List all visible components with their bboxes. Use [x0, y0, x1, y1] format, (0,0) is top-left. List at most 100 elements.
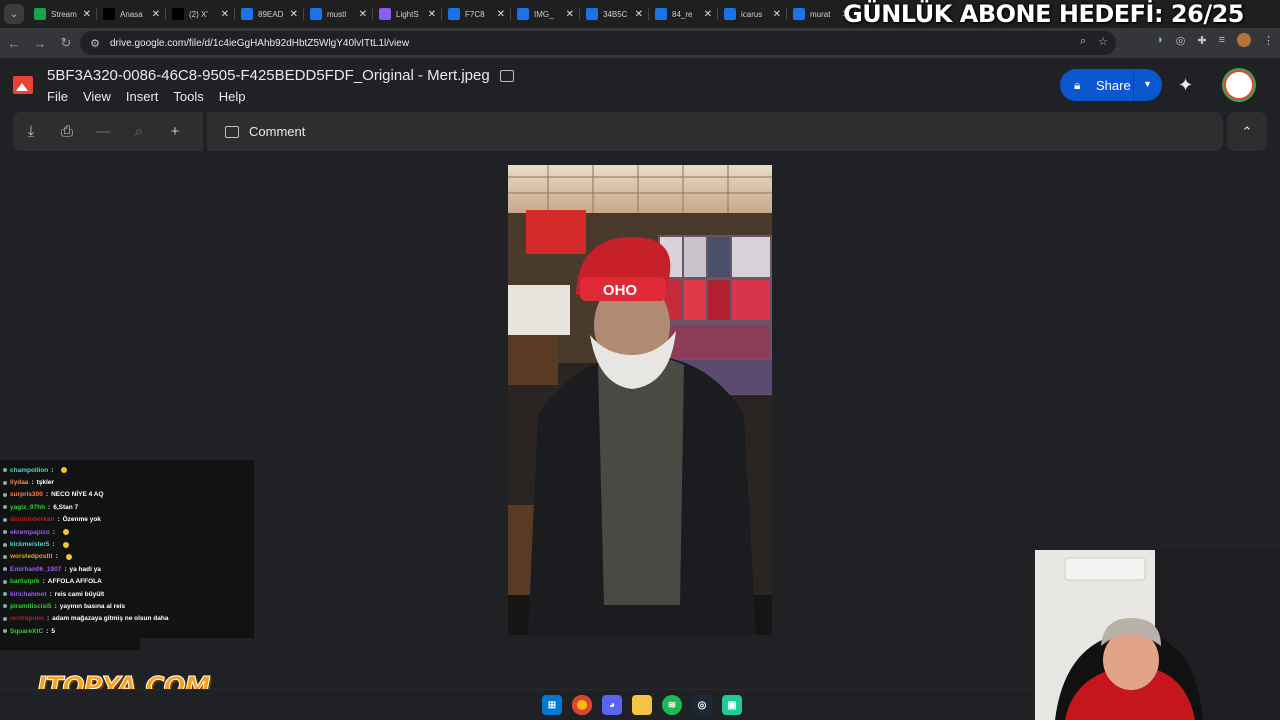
- spotify-icon[interactable]: ≋: [662, 695, 682, 715]
- tab-title: 89EAD: [258, 9, 284, 19]
- browser-tab[interactable]: 34B5C ✕: [580, 0, 649, 28]
- gemini-sparkle-icon[interactable]: ✦: [1178, 75, 1193, 96]
- menu-help[interactable]: Help: [219, 89, 246, 104]
- account-avatar[interactable]: [1224, 70, 1254, 100]
- print-icon[interactable]: ⎙: [49, 117, 85, 147]
- move-folder-icon[interactable]: [500, 70, 514, 82]
- close-icon[interactable]: ✕: [566, 9, 574, 20]
- close-icon[interactable]: ✕: [221, 9, 229, 20]
- zoom-in-icon[interactable]: +: [157, 117, 193, 147]
- menu-file[interactable]: File: [47, 89, 68, 104]
- file-explorer-icon[interactable]: [632, 695, 652, 715]
- webcam-illustration: [1035, 550, 1280, 720]
- close-icon[interactable]: ✕: [428, 9, 436, 20]
- menu-view[interactable]: View: [83, 89, 111, 104]
- chat-message: worstedpostit:: [0, 551, 254, 563]
- steam-icon[interactable]: ◎: [692, 695, 712, 715]
- user-badge-icon: [3, 592, 7, 597]
- tab-title: IMG_: [534, 9, 554, 19]
- file-title[interactable]: 5BF3A320-0086-46C8-9505-F425BEDD5FDF_Ori…: [47, 67, 490, 84]
- close-icon[interactable]: ✕: [290, 9, 298, 20]
- browser-tab[interactable]: IMG_ ✕: [511, 0, 580, 28]
- emote-icon: [62, 541, 69, 548]
- tab-title: Anasa: [120, 9, 143, 19]
- chat-separator: :: [45, 491, 49, 499]
- reload-button[interactable]: ↻: [54, 31, 78, 55]
- url-text[interactable]: drive.google.com/file/d/1c4ieGgHAhb92dHb…: [110, 38, 409, 49]
- chat-username: worstedpostit: [10, 553, 53, 561]
- user-badge-icon: [3, 579, 7, 584]
- share-button[interactable]: 🔒︎ Share ▼: [1060, 69, 1162, 101]
- chat-username: Emirhan06_1907: [10, 565, 62, 573]
- chat-username: surpris300: [10, 491, 43, 499]
- chat-separator: :: [52, 528, 55, 536]
- close-icon[interactable]: ✕: [83, 9, 91, 20]
- tab-title: murat: [810, 9, 831, 19]
- comment-label: Comment: [249, 124, 306, 139]
- browser-tab[interactable]: F7C8 ✕: [442, 0, 511, 28]
- user-badge-icon: [3, 468, 7, 473]
- tab-title: (2) X': [189, 9, 208, 19]
- chat-message: surpris300: NECO NİYE 4 AQ: [0, 489, 254, 501]
- emote-icon: [62, 529, 69, 536]
- chevron-down-icon[interactable]: ▼: [1143, 79, 1152, 89]
- user-badge-icon: [3, 629, 7, 634]
- back-button[interactable]: ←: [2, 31, 26, 55]
- comment-button[interactable]: Comment: [225, 124, 305, 139]
- browser-tab[interactable]: LightS ✕: [373, 0, 442, 28]
- site-info-icon[interactable]: ⚙: [86, 37, 104, 50]
- extension-icon[interactable]: ◎: [1176, 34, 1186, 47]
- chat-message: barlistprk: AFFOLA AFFOLA: [0, 576, 254, 588]
- zoom-icon[interactable]: ⌕: [121, 117, 157, 147]
- browser-tab[interactable]: Anasa ✕: [97, 0, 166, 28]
- close-icon[interactable]: ✕: [497, 9, 505, 20]
- collapse-toolbar-button[interactable]: ⌃: [1227, 112, 1267, 151]
- media-icon[interactable]: ≡: [1219, 34, 1225, 46]
- close-icon[interactable]: ✕: [359, 9, 367, 20]
- chat-message: champollion:: [0, 464, 254, 476]
- browser-tab[interactable]: mustl ✕: [304, 0, 373, 28]
- image-preview[interactable]: OHO: [508, 165, 772, 635]
- close-icon[interactable]: ✕: [152, 9, 160, 20]
- download-icon[interactable]: ⤓: [13, 117, 49, 147]
- chat-username: piramitiscisi5: [10, 602, 52, 610]
- browser-tab[interactable]: 89EAD ✕: [235, 0, 304, 28]
- subscriber-goal-overlay: GÜNLÜK ABONE HEDEFİ: 26/25: [843, 0, 1244, 28]
- discord-icon[interactable]: ◕: [602, 695, 622, 715]
- windows-start-icon[interactable]: ⊞: [542, 695, 562, 715]
- chat-separator: :: [64, 565, 67, 573]
- share-label: Share: [1096, 77, 1131, 93]
- bookmark-star-icon[interactable]: ☆: [1098, 35, 1108, 48]
- tab-title: mustl: [327, 9, 347, 19]
- close-icon[interactable]: ✕: [773, 9, 781, 20]
- browser-tab[interactable]: icarus ✕: [718, 0, 787, 28]
- chat-separator: :: [46, 615, 50, 623]
- google-drive-icon: [517, 8, 529, 20]
- app-icon[interactable]: ▣: [722, 695, 742, 715]
- tab-title: 34B5C: [603, 9, 628, 19]
- chat-separator: :: [48, 503, 51, 511]
- menu-kebab-icon[interactable]: ⋮: [1263, 34, 1274, 47]
- emote-icon: [61, 467, 68, 474]
- close-icon[interactable]: ✕: [704, 9, 712, 20]
- chrome-icon[interactable]: [572, 695, 592, 715]
- close-icon[interactable]: ✕: [635, 9, 643, 20]
- menu-tools[interactable]: Tools: [173, 89, 203, 104]
- puzzle-icon[interactable]: ✚: [1197, 34, 1206, 47]
- zoom-out-icon[interactable]: —: [85, 117, 121, 147]
- browser-tab[interactable]: (2) X' ✕: [166, 0, 235, 28]
- tab-search-button[interactable]: ⌄: [4, 4, 24, 24]
- omnibox[interactable]: ⚙ drive.google.com/file/d/1c4ieGgHAhb92d…: [80, 31, 1116, 55]
- chat-text: AFFOLA AFFOLA: [47, 578, 102, 586]
- menu-insert[interactable]: Insert: [126, 89, 159, 104]
- streamer-webcam: [1035, 550, 1280, 720]
- share-divider: [1133, 69, 1134, 101]
- browser-tab[interactable]: Stream ✕: [28, 0, 97, 28]
- browser-tab[interactable]: 84_re ✕: [649, 0, 718, 28]
- profile-avatar[interactable]: [1237, 33, 1251, 47]
- zoom-icon[interactable]: ⌕: [1080, 35, 1086, 48]
- forward-button[interactable]: →: [28, 31, 52, 55]
- extension-icon[interactable]: ◗: [1157, 34, 1164, 46]
- chat-text: adam mağazaya gitmiş ne olsun daha: [52, 615, 169, 623]
- user-badge-icon: [3, 554, 7, 559]
